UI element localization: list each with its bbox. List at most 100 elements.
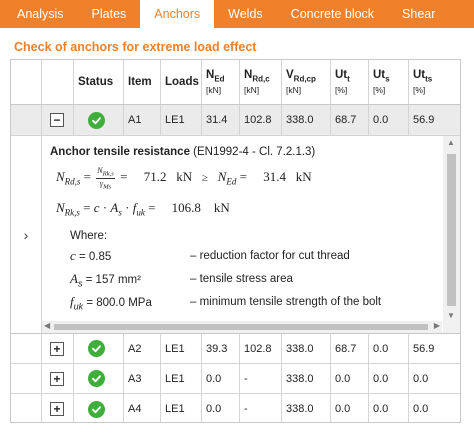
row-expand-cell <box>11 364 42 393</box>
vrdcp-cell: 338.0 <box>282 105 331 135</box>
var-c: c = 0.85 <box>70 248 112 263</box>
status-cell <box>74 334 124 363</box>
var-as: As = 157 mm² <box>70 271 141 289</box>
loads-cell: LE1 <box>161 364 202 393</box>
header-nrdc[interactable]: NRd,c [kN] <box>240 60 282 104</box>
scroll-down-icon[interactable]: ▼ <box>447 311 455 320</box>
row-toggle-cell: + <box>42 394 74 422</box>
expand-icon[interactable]: + <box>50 341 64 356</box>
ned-cell: 0.0 <box>202 394 240 422</box>
utts-cell: 56.9 <box>413 342 435 355</box>
header-cell-toggle <box>42 60 74 104</box>
detail-content: Anchor tensile resistance (EN1992-4 - Cl… <box>42 136 442 322</box>
header-ned[interactable]: NEd [kN] <box>202 60 240 104</box>
tab-shear[interactable]: Shear <box>388 0 449 28</box>
status-cell <box>74 105 124 135</box>
nrdc-cell: 102.8 <box>240 334 282 363</box>
table-row[interactable]: + A2 LE1 39.3 102.8 338.0 68.7 0.0 56.9 <box>11 334 460 364</box>
table-header: Status Item Loads NEd [kN] NRd,c [kN] VR… <box>11 60 460 105</box>
expand-icon[interactable]: + <box>50 371 64 386</box>
row-toggle-cell: + <box>42 334 74 363</box>
status-cell <box>74 364 124 393</box>
where-label: Where: <box>70 230 108 242</box>
vrdcp-cell: 338.0 <box>282 394 331 422</box>
nrdc-cell: - <box>240 364 282 393</box>
nrdc-cell: 102.8 <box>240 105 282 135</box>
detail-heading: Anchor tensile resistance (EN1992-4 - Cl… <box>50 146 316 158</box>
vertical-scroll-thumb[interactable] <box>447 154 456 306</box>
scrollbar-corner <box>443 321 460 333</box>
anchor-detail-panel: › Anchor tensile resistance (EN1992-4 - … <box>11 136 460 334</box>
detail-horizontal-scrollbar[interactable]: ◀ ▶ <box>42 321 442 333</box>
tab-anchors[interactable]: Anchors <box>140 0 215 28</box>
row-expand-cell <box>11 105 42 135</box>
item-cell: A4 <box>124 394 161 422</box>
formula-nrks: NRk,s = c · As · fuk = 106.8 kN <box>56 200 230 218</box>
header-utts[interactable]: Utts [%] <box>409 60 460 104</box>
loads-cell: LE1 <box>161 105 202 135</box>
formula-nrds: NRd,s = NRk,s γMs = 71.2 kN ≥ NEd = 31.4 … <box>56 166 312 191</box>
uts-cell: 0.0 <box>369 364 409 393</box>
header-uts[interactable]: Uts [%] <box>369 60 409 104</box>
table-row[interactable]: + A4 LE1 0.0 - 338.0 0.0 0.0 0.0 <box>11 394 460 422</box>
tab-welds[interactable]: Welds <box>214 0 277 28</box>
detail-expand-cell[interactable]: › <box>11 136 42 333</box>
scroll-left-icon[interactable]: ◀ <box>44 321 50 330</box>
utt-cell: 0.0 <box>331 394 369 422</box>
item-cell: A3 <box>124 364 161 393</box>
row-toggle-cell: + <box>42 364 74 393</box>
vrdcp-cell: 338.0 <box>282 334 331 363</box>
collapse-icon[interactable]: − <box>50 113 64 127</box>
ned-cell: 0.0 <box>202 364 240 393</box>
ned-cell: 31.4 <box>202 105 240 135</box>
utt-cell: 68.7 <box>331 334 369 363</box>
nrdc-cell: - <box>240 394 282 422</box>
section-title: Check of anchors for extreme load effect <box>14 40 257 54</box>
horizontal-scroll-thumb[interactable] <box>54 324 428 330</box>
check-circle-icon <box>88 340 105 357</box>
header-utt[interactable]: Utt [%] <box>331 60 369 104</box>
detail-vertical-scrollbar[interactable]: ▲ ▼ <box>443 136 460 322</box>
var-fuk: fuk = 800.0 MPa <box>70 294 152 312</box>
loads-cell: LE1 <box>161 394 202 422</box>
uts-cell: 0.0 <box>369 105 409 135</box>
var-as-desc: – tensile stress area <box>190 273 293 285</box>
row-expand-cell <box>11 334 42 363</box>
header-status[interactable]: Status <box>74 60 124 104</box>
header-item[interactable]: Item <box>124 60 161 104</box>
vrdcp-cell: 338.0 <box>282 364 331 393</box>
anchors-table: Status Item Loads NEd [kN] NRd,c [kN] VR… <box>10 59 461 423</box>
header-cell-expand <box>11 60 42 104</box>
row-expand-cell <box>11 394 42 422</box>
utt-cell: 0.0 <box>331 364 369 393</box>
scroll-right-icon[interactable]: ▶ <box>434 321 440 330</box>
table-row[interactable]: + A3 LE1 0.0 - 338.0 0.0 0.0 0.0 <box>11 364 460 394</box>
tab-plates[interactable]: Plates <box>78 0 141 28</box>
utts-cell: 0.0 <box>413 403 429 415</box>
check-circle-icon <box>88 370 105 387</box>
check-circle-icon <box>88 400 105 418</box>
status-cell <box>74 394 124 422</box>
item-cell: A2 <box>124 334 161 363</box>
check-circle-icon <box>88 111 105 129</box>
header-vrdcp[interactable]: VRd,cp [kN] <box>282 60 331 104</box>
var-c-desc: – reduction factor for cut thread <box>190 250 350 262</box>
utt-cell: 68.7 <box>331 105 369 135</box>
scroll-up-icon[interactable]: ▲ <box>447 138 455 147</box>
loads-cell: LE1 <box>161 334 202 363</box>
row-toggle-cell: − <box>42 105 74 135</box>
table-row[interactable]: − A1 LE1 31.4 102.8 338.0 68.7 0.0 56.9 <box>11 105 460 136</box>
uts-cell: 0.0 <box>369 394 409 422</box>
tab-concrete-block[interactable]: Concrete block <box>277 0 388 28</box>
tab-bar: Analysis Plates Anchors Welds Concrete b… <box>0 0 474 28</box>
chevron-right-icon[interactable]: › <box>24 227 29 243</box>
ned-cell: 39.3 <box>202 334 240 363</box>
tab-analysis[interactable]: Analysis <box>0 0 78 28</box>
utts-cell: 56.9 <box>413 114 435 126</box>
utts-cell: 0.0 <box>413 372 429 385</box>
uts-cell: 0.0 <box>369 334 409 363</box>
header-loads[interactable]: Loads <box>161 60 202 104</box>
var-fuk-desc: – minimum tensile strength of the bolt <box>190 296 382 308</box>
item-cell: A1 <box>124 105 161 135</box>
expand-icon[interactable]: + <box>50 402 64 416</box>
